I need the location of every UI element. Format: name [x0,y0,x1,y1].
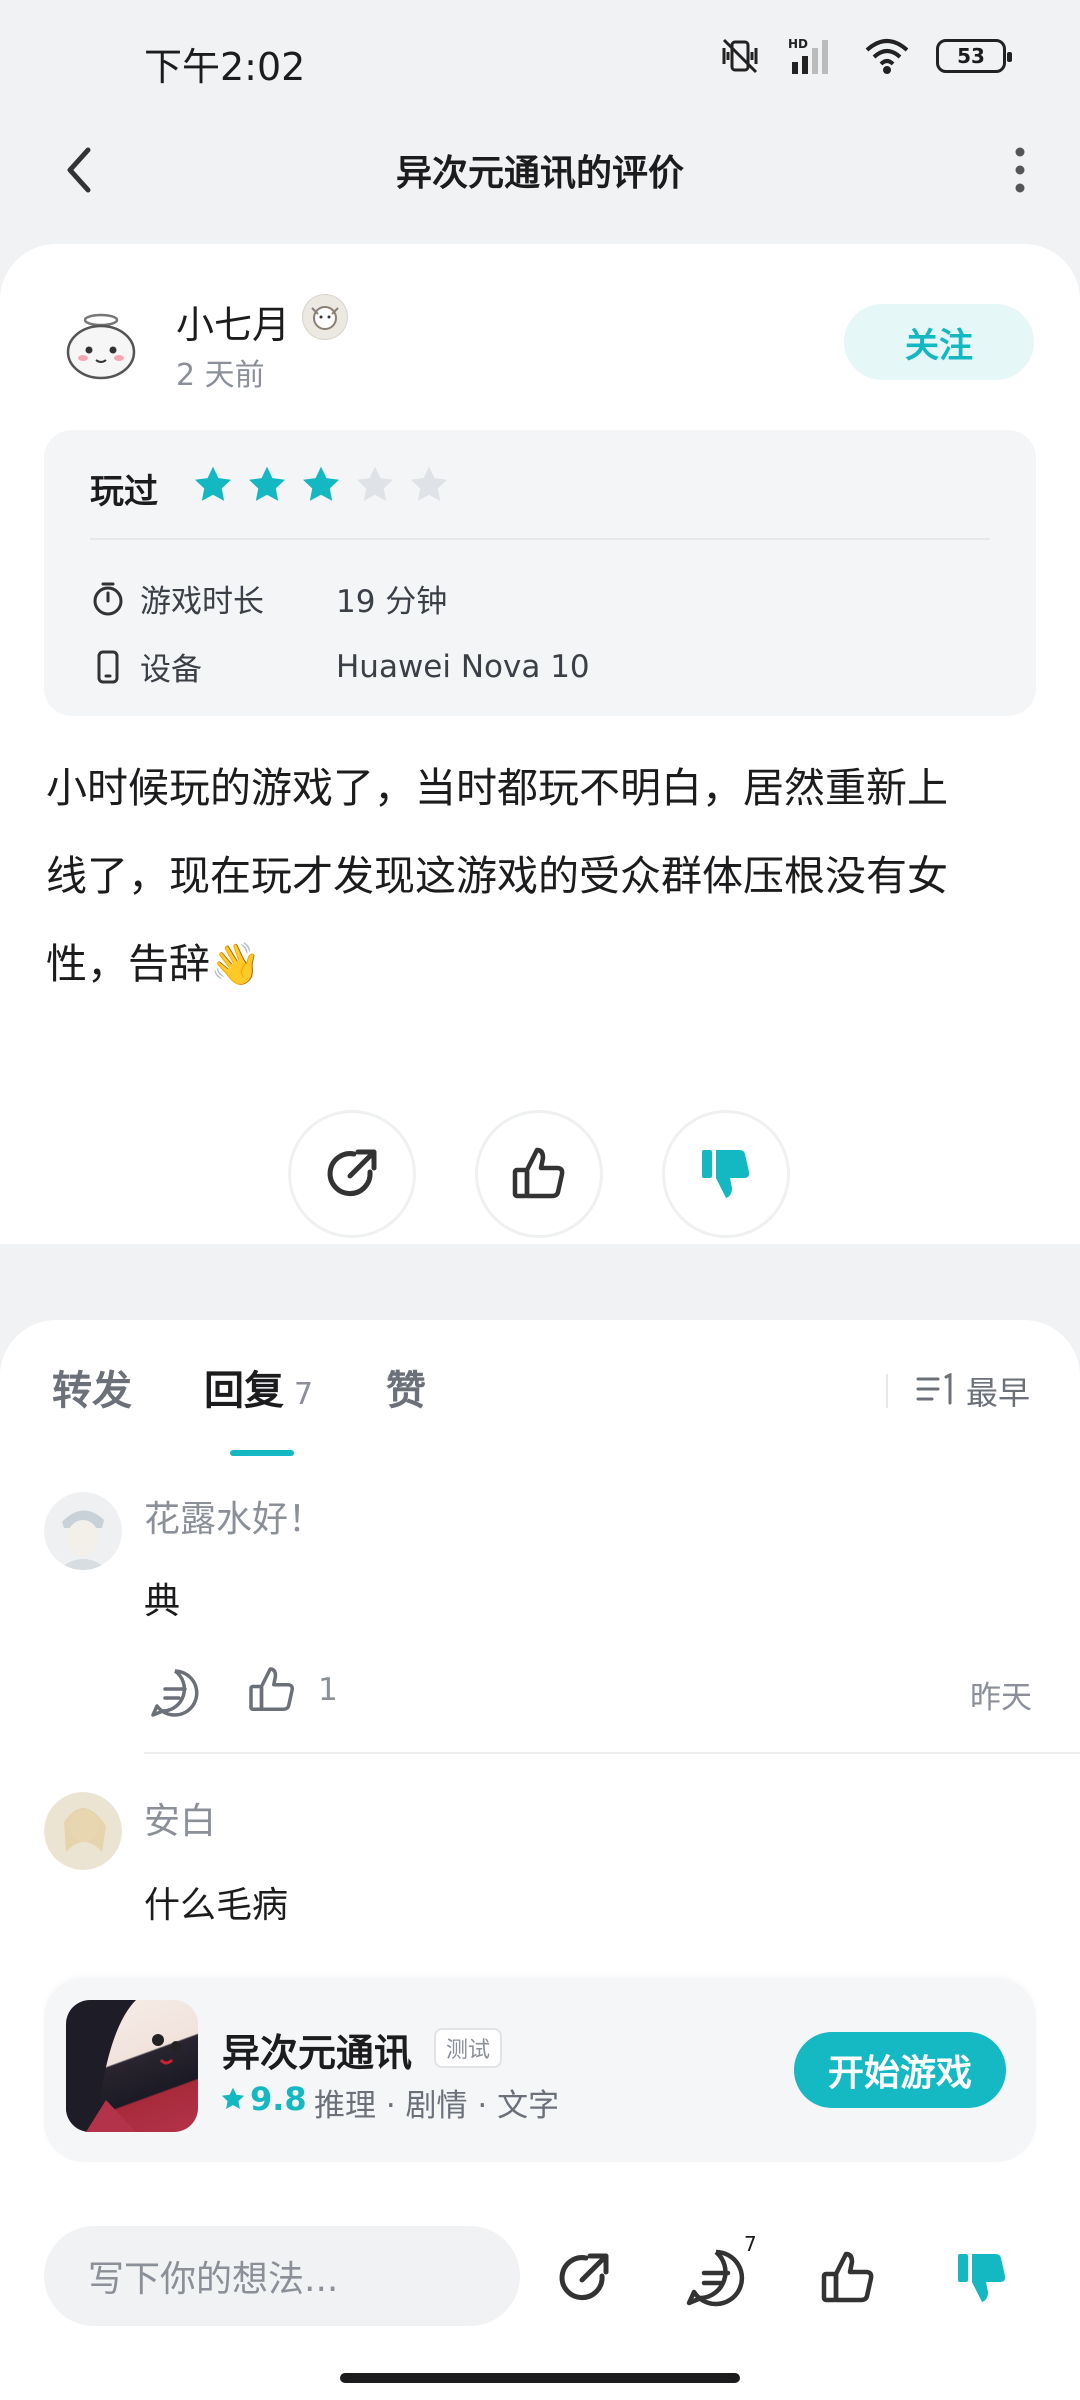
device-label: 设备 [140,652,202,688]
star-filled-icon [248,466,286,501]
sort-icon [916,1373,952,1405]
user-badge-icon [302,294,348,340]
comment-count: 7 [744,2232,757,2256]
wifi-icon [865,39,909,74]
divider [144,1752,1080,1754]
commenter-avatar[interactable] [44,1792,122,1870]
star-filled-icon [302,466,340,501]
tab-replies-count: 7 [294,1377,314,1412]
divider [886,1374,888,1408]
comment-like-count: 1 [318,1672,338,1708]
share-icon[interactable] [552,2246,616,2310]
status-icons: HD 53 [718,36,1012,76]
thumbs-down-filled-icon[interactable] [950,2246,1014,2310]
active-tab-indicator [230,1450,294,1456]
thumbs-up-icon[interactable] [816,2246,880,2310]
page-title: 异次元通讯的评价 [395,153,684,194]
home-indicator[interactable] [340,2373,740,2383]
thumbs-down-filled-icon [702,1150,750,1198]
star-filled-icon [194,466,232,501]
timer-icon [93,582,123,615]
star-empty-icon [356,466,394,501]
svg-text:HD: HD [788,37,808,51]
comments-section: 转发 回复 7 赞 最早 花露水好！ 典 1 昨天 安白 什么毛病 [0,1320,1080,2320]
game-tags: 推理 · 剧情 · 文字 [314,2088,560,2124]
game-icon[interactable] [66,2000,198,2132]
playtime-row: 游戏时长 19 分钟 [90,576,447,621]
commenter-name[interactable]: 花露水好！ [144,1490,324,1542]
sort-label: 最早 [966,1374,1031,1412]
comment-date: 昨天 [970,1680,1032,1716]
game-rating: 9.8 [250,2080,307,2118]
divider [90,538,990,540]
tab-reposts[interactable]: 转发 [52,1358,132,1416]
reply-icon[interactable] [148,1666,202,1720]
more-options-icon[interactable] [990,140,1050,200]
battery-indicator: 53 [936,39,1012,73]
tab-replies-label: 回复 [204,1368,284,1414]
signal-icon: HD [788,37,828,74]
tab-likes[interactable]: 赞 [386,1358,426,1416]
comment-text: 典 [144,1581,181,1622]
user-avatar[interactable] [56,300,146,390]
comment-icon[interactable] [684,2246,748,2310]
tab-replies[interactable]: 回复 7 [204,1358,313,1416]
star-empty-icon [410,466,448,501]
review-text-line: 小时候玩的游戏了，当时都玩不明白，居然重新上 [46,764,948,812]
vibrate-off-icon [722,38,758,74]
sort-button[interactable]: 最早 [916,1368,1030,1414]
device-value: Huawei Nova 10 [336,648,590,685]
post-time: 2 天前 [176,358,265,393]
review-card: 小七月 2 天前 关注 玩过 游戏时长 19 分钟 设备 Huawei Nova… [0,244,1080,1244]
played-label: 玩过 [90,472,158,512]
start-game-button[interactable]: 开始游戏 [794,2032,1006,2108]
test-badge: 测试 [434,2028,503,2068]
top-app-bar: 异次元通讯的评价 [0,120,1080,220]
comment-input[interactable]: 写下你的想法... [44,2226,520,2326]
comment-text: 什么毛病 [144,1885,289,1926]
rating-stars [192,464,450,506]
review-text: 小时候玩的游戏了，当时都玩不明白，居然重新上 线了，现在玩才发现这游戏的受众群体… [46,744,1038,1008]
playtime-value: 19 分钟 [336,584,448,620]
game-cover-image [66,2000,181,2132]
commenter-avatar[interactable] [44,1492,122,1570]
rating-star-icon [221,2087,245,2109]
review-text-line: 线了，现在玩才发现这游戏的受众群体压根没有女 [46,852,948,900]
phone-icon [97,650,119,683]
share-button[interactable] [288,1110,416,1238]
game-info-bar[interactable]: 异次元通讯 测试 9.8 推理 · 剧情 · 文字 开始游戏 [44,1978,1036,2162]
follow-button[interactable]: 关注 [844,304,1034,380]
review-text-line: 性，告辞👋 [46,940,262,988]
status-bar: 下午2:02 HD 53 [0,0,1080,120]
share-icon [327,1149,377,1197]
comment-like-icon[interactable] [244,1662,300,1718]
device-row: 设备 Huawei Nova 10 [90,644,590,689]
game-name[interactable]: 异次元通讯 [222,2022,412,2077]
play-info-box: 玩过 游戏时长 19 分钟 设备 Huawei Nova 10 [44,430,1036,716]
playtime-label: 游戏时长 [140,584,264,620]
like-button[interactable] [475,1110,603,1238]
thumbs-up-icon [512,1147,565,1199]
commenter-name[interactable]: 安白 [144,1792,216,1844]
bottom-action-bar: 写下你的想法... 7 [0,2194,1080,2400]
username[interactable]: 小七月 [176,294,290,349]
status-time: 下午2:02 [144,45,306,89]
dislike-button[interactable] [662,1110,790,1238]
